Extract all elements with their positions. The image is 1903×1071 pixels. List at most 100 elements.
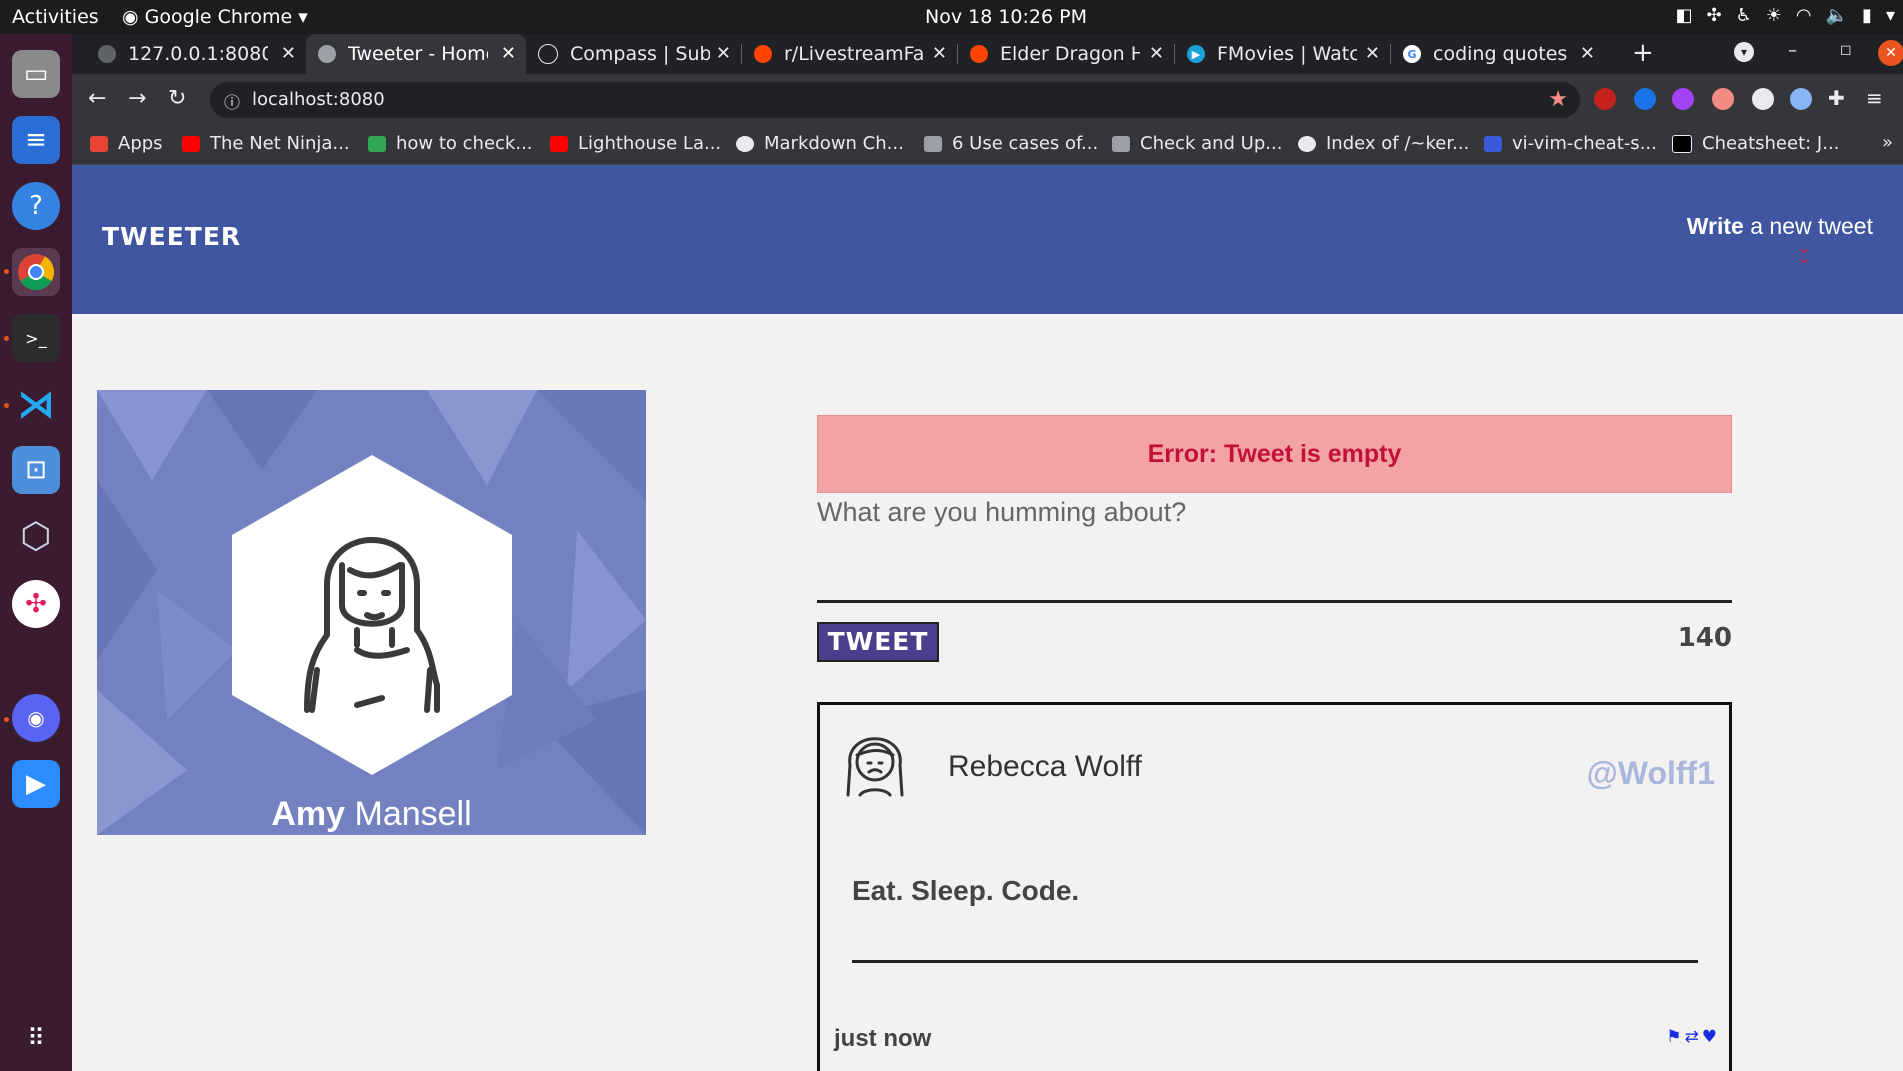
- discord-icon[interactable]: ◉: [12, 694, 60, 742]
- eyedropper-icon[interactable]: [1752, 88, 1774, 110]
- accessibility-icon[interactable]: ♿: [1736, 5, 1752, 26]
- github-icon: [736, 135, 754, 152]
- tab[interactable]: G coding quotes - ( ✕: [1391, 34, 1605, 74]
- bookmark-item[interactable]: Index of /~ker...: [1298, 133, 1469, 154]
- close-icon[interactable]: ✕: [932, 43, 947, 64]
- tab[interactable]: ▶ FMovies | Watch ✕: [1175, 34, 1390, 74]
- clock[interactable]: Nov 18 10:26 PM: [925, 6, 1087, 28]
- extension-icon[interactable]: [1712, 88, 1734, 110]
- tab[interactable]: r/LivestreamFail ✕: [742, 34, 957, 74]
- extension-icon[interactable]: [1634, 88, 1656, 110]
- battery-icon: ▮: [1862, 5, 1872, 26]
- zoom-icon[interactable]: ▶: [12, 760, 60, 808]
- site-brand[interactable]: TWEETER: [102, 222, 241, 251]
- discord-tray-icon[interactable]: ◧: [1676, 5, 1693, 26]
- ublock-icon[interactable]: [1594, 88, 1616, 110]
- vscode-icon[interactable]: ⋊: [12, 380, 60, 428]
- system-tray[interactable]: ◧ ✣ ♿ ☀ ◠ 🔈 ▮ ▾: [1676, 5, 1895, 26]
- error-message: Error: Tweet is empty: [817, 415, 1732, 493]
- bookmark-item[interactable]: Lighthouse La...: [550, 133, 721, 154]
- tweet-textarea[interactable]: [817, 493, 1732, 603]
- dock: ▭ ≡ ? >_ ⋊ ⊡ ⬡ ✣ ◉ ▶ ⠿: [0, 34, 72, 1071]
- chrome-icon[interactable]: [12, 248, 60, 296]
- youtube-icon: [550, 135, 568, 152]
- flag-icon[interactable]: ⚑: [1666, 1027, 1681, 1047]
- bookmark-apps[interactable]: Apps: [90, 133, 163, 154]
- bookmark-favicon-icon: [368, 135, 386, 152]
- bookmark-item[interactable]: Check and Up...: [1112, 133, 1282, 154]
- tab-title: r/LivestreamFail: [784, 43, 924, 65]
- bookmark-item[interactable]: how to check...: [368, 133, 533, 154]
- tab-search-icon[interactable]: ▾: [1734, 42, 1754, 62]
- slack-tray-icon[interactable]: ✣: [1707, 5, 1722, 26]
- help-icon[interactable]: ?: [12, 182, 60, 230]
- address-bar[interactable]: ⓘ localhost:8080 ★: [210, 82, 1580, 118]
- window-close-button[interactable]: ✕: [1878, 40, 1903, 66]
- tab-title: coding quotes - (: [1433, 43, 1573, 65]
- software-center-icon[interactable]: ⊡: [12, 446, 60, 494]
- back-button[interactable]: ←: [88, 86, 106, 111]
- more-bookmarks-icon[interactable]: »: [1882, 132, 1893, 153]
- reload-button[interactable]: ↻: [168, 86, 186, 111]
- bookmark-star-icon[interactable]: ★: [1548, 87, 1568, 112]
- wifi-icon: ◠: [1795, 5, 1812, 26]
- tab[interactable]: Compass | Subm ✕: [526, 34, 741, 74]
- tab-title: 127.0.0.1:8080/t: [128, 43, 268, 65]
- tweet-submit-button[interactable]: TWEET: [817, 622, 939, 662]
- youtube-icon: [182, 135, 200, 152]
- system-top-bar: Activities ◉ Google Chrome ▾ Nov 18 10:2…: [0, 0, 1903, 34]
- chrome-logo-icon: [18, 254, 55, 291]
- bookmark-item[interactable]: The Net Ninja...: [182, 133, 350, 154]
- tab-active[interactable]: Tweeter - Home ✕: [306, 34, 526, 74]
- running-indicator: [4, 403, 9, 408]
- extensions-puzzle-icon[interactable]: ✚: [1828, 86, 1845, 110]
- extension-icon[interactable]: [1672, 88, 1694, 110]
- tab-title: Elder Dragon Hi: [1000, 43, 1140, 65]
- retweet-icon[interactable]: ⇄: [1685, 1027, 1699, 1047]
- files-icon[interactable]: ▭: [12, 50, 60, 98]
- text-editor-icon[interactable]: ≡: [12, 116, 60, 164]
- tweet-actions: ⚑ ⇄ ♥: [1666, 1027, 1717, 1047]
- virtualbox-icon[interactable]: ⬡: [12, 512, 60, 560]
- close-icon[interactable]: ✕: [281, 43, 296, 64]
- new-tab-button[interactable]: +: [1632, 38, 1654, 68]
- avatar: [232, 455, 512, 775]
- volume-icon: 🔈: [1825, 5, 1849, 26]
- close-icon[interactable]: ✕: [1149, 43, 1164, 64]
- dev-icon: [1672, 134, 1692, 153]
- bookmark-item[interactable]: 6 Use cases of...: [924, 133, 1098, 154]
- google-icon: G: [1403, 45, 1421, 63]
- restore-button[interactable]: ◻: [1840, 42, 1852, 58]
- slack-icon[interactable]: ✣: [12, 580, 60, 628]
- double-chevron-down-icon[interactable]: ⌄ ⌄: [1798, 240, 1811, 266]
- close-icon[interactable]: ✕: [716, 43, 731, 64]
- reading-list-icon[interactable]: ≡: [1866, 86, 1883, 110]
- tab[interactable]: Elder Dragon Hi ✕: [958, 34, 1174, 74]
- info-icon[interactable]: ⓘ: [224, 89, 240, 113]
- write-new-tweet-link[interactable]: Write a new tweet: [1687, 213, 1873, 240]
- bookmark-item[interactable]: Cheatsheet: J...: [1672, 133, 1839, 154]
- close-icon[interactable]: ✕: [1580, 43, 1595, 64]
- chevron-down-icon[interactable]: ▾: [1886, 5, 1895, 26]
- bookmark-item[interactable]: vi-vim-cheat-s...: [1484, 133, 1657, 154]
- minimize-button[interactable]: –: [1788, 40, 1797, 61]
- character-counter: 140: [1677, 623, 1732, 653]
- tweet-content: Eat. Sleep. Code.: [852, 875, 1080, 906]
- bookmark-item[interactable]: Markdown Ch...: [736, 133, 904, 154]
- extension-icon[interactable]: [1790, 88, 1812, 110]
- author-handle: @Wolff1: [1586, 755, 1715, 791]
- app-menu[interactable]: ◉ Google Chrome ▾: [122, 6, 308, 28]
- close-icon[interactable]: ✕: [501, 43, 516, 64]
- tweet-timestamp: just now: [834, 1025, 932, 1052]
- reddit-icon: [754, 45, 772, 63]
- compass-icon: [538, 44, 558, 64]
- forward-button[interactable]: →: [128, 86, 146, 111]
- show-apps-icon[interactable]: ⠿: [12, 1014, 60, 1062]
- tab[interactable]: 127.0.0.1:8080/t ✕: [86, 34, 306, 74]
- globe-icon: [98, 45, 116, 63]
- close-icon[interactable]: ✕: [1365, 43, 1380, 64]
- terminal-icon[interactable]: >_: [12, 314, 60, 362]
- heart-icon[interactable]: ♥: [1702, 1027, 1717, 1047]
- write-label-bold: Write: [1686, 213, 1744, 239]
- activities-button[interactable]: Activities: [12, 6, 99, 28]
